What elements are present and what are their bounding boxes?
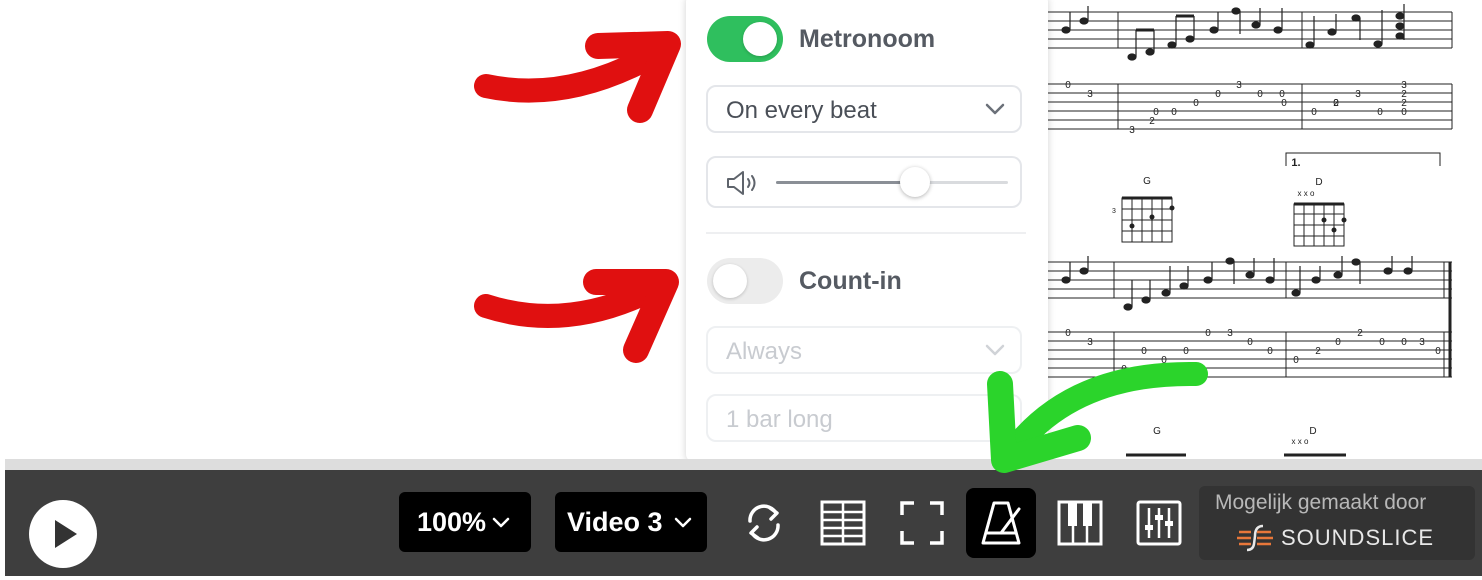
red-arrow-icon xyxy=(474,269,679,363)
mixer-button[interactable] xyxy=(1124,488,1194,558)
count-in-length-value: 1 bar long xyxy=(726,406,833,433)
tab-number: 0 xyxy=(1141,346,1147,357)
fullscreen-button[interactable] xyxy=(887,488,957,558)
soundslice-logo-icon xyxy=(1237,524,1273,552)
red-arrow-icon xyxy=(474,31,681,123)
tab-number: 3 xyxy=(1129,125,1135,136)
chevron-down-icon xyxy=(674,517,692,528)
play-button[interactable] xyxy=(29,500,97,568)
count-in-mode-value: Always xyxy=(726,338,803,365)
divider xyxy=(706,232,1026,234)
tab-number: 3 xyxy=(1419,337,1425,348)
tab-number: 0 xyxy=(1121,364,1127,375)
volume-fill xyxy=(776,181,916,184)
zoom-dropdown[interactable]: 100% xyxy=(399,492,531,552)
tab-number: 3 xyxy=(1227,328,1233,339)
tab-number: 0 xyxy=(1171,107,1177,118)
ending-label: 1. xyxy=(1291,157,1300,169)
tablature-icon xyxy=(820,500,866,546)
tab-number: 3 xyxy=(1087,89,1093,100)
notation-drawing: G D G D x x o x x o 3 1. 0 3 0 3 2 3 3 0… xyxy=(1046,4,1453,457)
video-dropdown[interactable]: Video 3 xyxy=(555,492,707,552)
tab-number: 0 xyxy=(1247,337,1253,348)
tab-number: 0 xyxy=(1161,355,1167,366)
volume-control xyxy=(706,156,1022,208)
mixer-icon xyxy=(1136,500,1182,546)
tab-number: 2 xyxy=(1149,116,1155,127)
tab-number: 2 xyxy=(1401,98,1407,109)
fullscreen-icon xyxy=(900,501,944,545)
count-in-length-field[interactable]: 1 bar long xyxy=(706,394,1022,442)
tab-number: 0 xyxy=(1205,328,1211,339)
chevron-down-icon xyxy=(985,344,1005,356)
tablature-view-button[interactable] xyxy=(808,488,878,558)
loop-icon xyxy=(748,504,780,542)
tab-number: 0 xyxy=(1183,346,1189,357)
chord-name: D xyxy=(1315,177,1322,188)
chord-name: G xyxy=(1153,426,1161,437)
beat-select-value: On every beat xyxy=(726,97,877,124)
play-icon xyxy=(55,520,77,548)
tab-number: 0 xyxy=(1311,107,1317,118)
soundslice-wordmark: SOUNDSLICE xyxy=(1281,525,1435,550)
loop-button[interactable] xyxy=(729,488,799,558)
tab-number: 0 xyxy=(1267,346,1273,357)
toggle-knob xyxy=(713,264,747,298)
chord-name: D xyxy=(1309,426,1316,437)
toggle-knob xyxy=(743,22,777,56)
chevron-down-icon xyxy=(492,517,510,528)
video-value: Video 3 xyxy=(567,507,663,537)
soundslice-branding[interactable]: Mogelijk gemaakt door SOUNDSLICE xyxy=(1199,486,1475,560)
powered-by-label: Mogelijk gemaakt door xyxy=(1215,491,1427,514)
tab-number: 0 xyxy=(1281,98,1287,109)
tab-number: 2 xyxy=(1357,328,1363,339)
tab-number: 0 xyxy=(1377,107,1383,118)
zoom-value: 100% xyxy=(417,507,487,537)
count-in-toggle[interactable] xyxy=(707,258,783,304)
beat-select[interactable]: On every beat xyxy=(706,85,1022,133)
metronome-label: Metronoom xyxy=(799,25,936,53)
toolbar-inner: 100% Video 3 Mogelijk gemaakt door SOUND… xyxy=(5,470,1482,576)
count-in-mode-select[interactable]: Always xyxy=(706,326,1022,374)
tab-number: 0 xyxy=(1065,328,1071,339)
piano-button[interactable] xyxy=(1045,488,1115,558)
playback-toolbar: 100% Video 3 Mogelijk gemaakt door SOUND… xyxy=(5,459,1482,576)
metronome-button[interactable] xyxy=(966,488,1036,558)
chevron-down-icon xyxy=(985,103,1005,115)
sheet-music: G D G D x x o x x o 3 1. 0 3 0 3 2 3 3 0… xyxy=(1040,0,1482,460)
tab-number: 3 xyxy=(1087,337,1093,348)
volume-slider-handle[interactable] xyxy=(900,167,931,197)
tab-number: 0 xyxy=(1435,346,1441,357)
tab-number: 2 xyxy=(1315,346,1321,357)
chord-name: G xyxy=(1143,176,1151,187)
tab-number: 0 xyxy=(1293,355,1299,366)
metronome-icon xyxy=(981,501,1021,545)
tab-number: 0 xyxy=(1335,337,1341,348)
tab-number: 0 xyxy=(1257,89,1263,100)
chord-open-marks: x x o xyxy=(1298,189,1315,198)
speaker-icon xyxy=(727,171,756,195)
tab-number: 0 xyxy=(1215,89,1221,100)
metronome-settings-panel: Metronoom On every beat Count-in Always … xyxy=(686,0,1048,462)
count-in-label: Count-in xyxy=(799,267,902,295)
piano-icon xyxy=(1057,500,1103,546)
fret-number: 3 xyxy=(1112,208,1116,215)
tab-number: 3 xyxy=(1236,80,1242,91)
tab-number: 3 xyxy=(1401,80,1407,91)
tab-number: 2 xyxy=(1333,98,1339,109)
tab-number: 0 xyxy=(1193,98,1199,109)
tab-number: 0 xyxy=(1379,337,1385,348)
tab-number: 0 xyxy=(1065,80,1071,91)
tab-number: 0 xyxy=(1401,337,1407,348)
tab-number: 3 xyxy=(1355,89,1361,100)
metronome-toggle[interactable] xyxy=(707,16,783,62)
chord-open-marks: x x o xyxy=(1292,437,1309,446)
volume-track[interactable] xyxy=(776,167,1008,197)
